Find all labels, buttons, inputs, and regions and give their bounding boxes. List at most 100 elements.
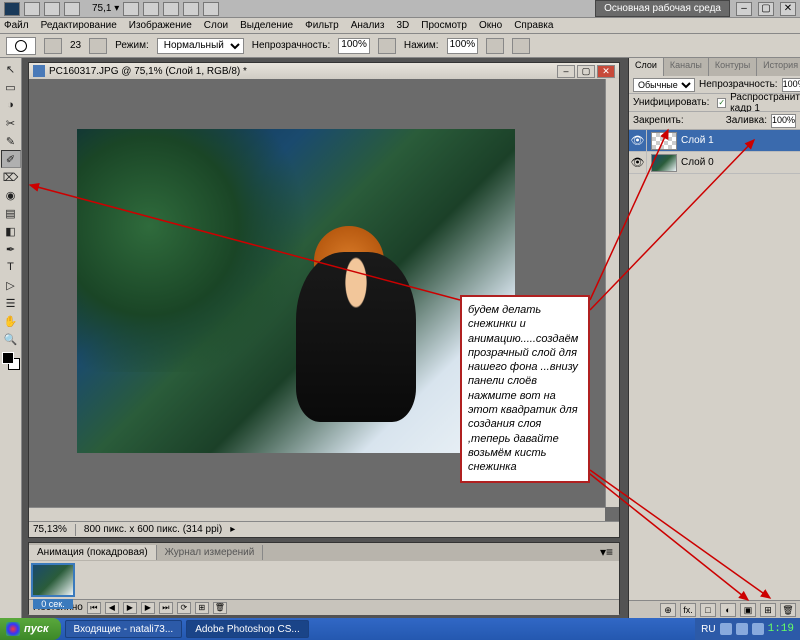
frame-duration[interactable]: 0 сек. (33, 599, 73, 609)
blend-mode-select[interactable]: Нормальный (157, 38, 244, 54)
prev-frame-button[interactable]: ◀ (105, 602, 119, 614)
fill-value[interactable]: 100% (771, 114, 796, 128)
taskbar-item-photoshop[interactable]: Adobe Photoshop CS... (186, 620, 309, 638)
brush-preview-icon[interactable] (6, 37, 36, 55)
horizontal-scrollbar[interactable] (29, 507, 605, 521)
play-button[interactable]: ▶ (123, 602, 137, 614)
brush-preset-picker[interactable] (44, 38, 62, 54)
layer-thumbnail[interactable] (651, 154, 677, 172)
tab-channels[interactable]: Каналы (664, 58, 709, 76)
tab-layers[interactable]: Слои (629, 58, 664, 76)
airbrush-icon[interactable] (486, 38, 504, 54)
shape-tool[interactable]: ☰ (1, 294, 21, 312)
layer-fx-icon[interactable]: fx. (680, 603, 696, 617)
workspace-switcher[interactable]: Основная рабочая среда (595, 0, 730, 17)
eyedropper-tool[interactable]: ✎ (1, 132, 21, 150)
layer-name[interactable]: Слой 0 (681, 157, 714, 168)
tab-animation[interactable]: Анимация (покадровая) (29, 545, 157, 560)
menu-view[interactable]: Просмотр (421, 20, 467, 31)
doc-close-button[interactable]: ✕ (597, 65, 615, 78)
flow-value[interactable]: 100% (447, 38, 479, 54)
menu-3d[interactable]: 3D (396, 20, 409, 31)
tween-button[interactable]: ⟳ (177, 602, 191, 614)
app-restore-button[interactable]: ▢ (758, 2, 774, 16)
delete-layer-icon[interactable]: 🗑 (780, 603, 796, 617)
layer-mask-icon[interactable]: □ (700, 603, 716, 617)
layer-row[interactable]: 👁 Слой 0 (629, 152, 800, 174)
tray-icon[interactable] (720, 623, 732, 635)
tray-icon[interactable] (736, 623, 748, 635)
start-button[interactable]: пуск (0, 618, 61, 640)
menu-select[interactable]: Выделение (240, 20, 293, 31)
type-tool[interactable]: T (1, 258, 21, 276)
menu-help[interactable]: Справка (514, 20, 553, 31)
link-layers-icon[interactable]: ⊕ (660, 603, 676, 617)
doc-maximize-button[interactable]: ▢ (577, 65, 595, 78)
tab-measurement-log[interactable]: Журнал измерений (157, 545, 264, 560)
rotate-view-icon[interactable] (163, 2, 179, 16)
dodge-tool[interactable]: ◧ (1, 222, 21, 240)
bridge-icon[interactable] (24, 2, 40, 16)
menu-analysis[interactable]: Анализ (351, 20, 385, 31)
zoom-readout[interactable]: 75,1 ▾ (92, 3, 119, 14)
panel-flyout-icon[interactable]: ▾≡ (594, 545, 619, 559)
hand-tool[interactable]: ✋ (1, 312, 21, 330)
document-titlebar[interactable]: PC160317.JPG @ 75,1% (Слой 1, RGB/8) * –… (29, 63, 619, 79)
mini-bridge-icon[interactable] (44, 2, 60, 16)
menu-filter[interactable]: Фильтр (305, 20, 339, 31)
zoom-icon[interactable] (143, 2, 159, 16)
tab-history[interactable]: История (757, 58, 800, 76)
layer-row[interactable]: 👁 Слой 1 (629, 130, 800, 152)
adjustment-layer-icon[interactable]: ◐ (720, 603, 736, 617)
layer-opacity-value[interactable]: 100% (782, 78, 800, 92)
pressure-opacity-icon[interactable] (378, 38, 396, 54)
taskbar-item-mail[interactable]: Входящие - natali73... (65, 620, 183, 638)
menu-image[interactable]: Изображение (129, 20, 192, 31)
layer-thumbnail[interactable] (651, 132, 677, 150)
lock-all-icon[interactable] (710, 115, 717, 127)
visibility-toggle-icon[interactable]: 👁 (629, 130, 647, 151)
blur-tool[interactable]: ▤ (1, 204, 21, 222)
menu-layers[interactable]: Слои (204, 20, 228, 31)
new-frame-button[interactable]: ⊞ (195, 602, 209, 614)
delete-frame-button[interactable]: 🗑 (213, 602, 227, 614)
menu-window[interactable]: Окно (479, 20, 502, 31)
brush-tool[interactable]: ✐ (1, 150, 21, 168)
status-zoom[interactable]: 75,13% (33, 524, 67, 535)
lock-position-icon[interactable] (699, 115, 706, 127)
next-frame-button[interactable]: ▶ (141, 602, 155, 614)
new-layer-icon[interactable]: ⊞ (760, 603, 776, 617)
propagate-checkbox[interactable]: ✓ (717, 98, 726, 108)
doc-minimize-button[interactable]: – (557, 65, 575, 78)
lasso-tool[interactable]: ◑ (1, 96, 21, 114)
tray-icon[interactable] (752, 623, 764, 635)
visibility-toggle-icon[interactable]: 👁 (629, 152, 647, 173)
arrange-icon[interactable] (183, 2, 199, 16)
color-swatches[interactable] (2, 352, 20, 370)
first-frame-button[interactable]: ⏮ (87, 602, 101, 614)
language-indicator[interactable]: RU (701, 624, 715, 635)
layer-name[interactable]: Слой 1 (681, 135, 714, 146)
hand-icon[interactable] (123, 2, 139, 16)
path-tool[interactable]: ▷ (1, 276, 21, 294)
pen-tool[interactable]: ✒ (1, 240, 21, 258)
opacity-value[interactable]: 100% (338, 38, 370, 54)
status-doc-info[interactable]: 800 пикс. x 600 пикс. (314 ppi) (84, 524, 222, 535)
brush-panel-toggle-icon[interactable] (89, 38, 107, 54)
menu-edit[interactable]: Редактирование (41, 20, 117, 31)
app-minimize-button[interactable]: – (736, 2, 752, 16)
animation-frame-1[interactable]: 0 сек. (31, 563, 75, 597)
view-extras-icon[interactable] (64, 2, 80, 16)
last-frame-button[interactable]: ⏭ (159, 602, 173, 614)
move-tool[interactable]: ↖ (1, 60, 21, 78)
app-close-button[interactable]: ✕ (780, 2, 796, 16)
crop-tool[interactable]: ✂ (1, 114, 21, 132)
group-icon[interactable]: ▣ (740, 603, 756, 617)
vertical-scrollbar[interactable] (605, 79, 619, 507)
lock-pixels-icon[interactable] (688, 115, 695, 127)
menu-file[interactable]: Файл (4, 20, 29, 31)
layer-blend-mode-select[interactable]: Обычные (633, 78, 695, 92)
screen-mode-icon[interactable] (203, 2, 219, 16)
clock[interactable]: 1:19 (768, 623, 794, 635)
zoom-tool[interactable]: 🔍 (1, 330, 21, 348)
